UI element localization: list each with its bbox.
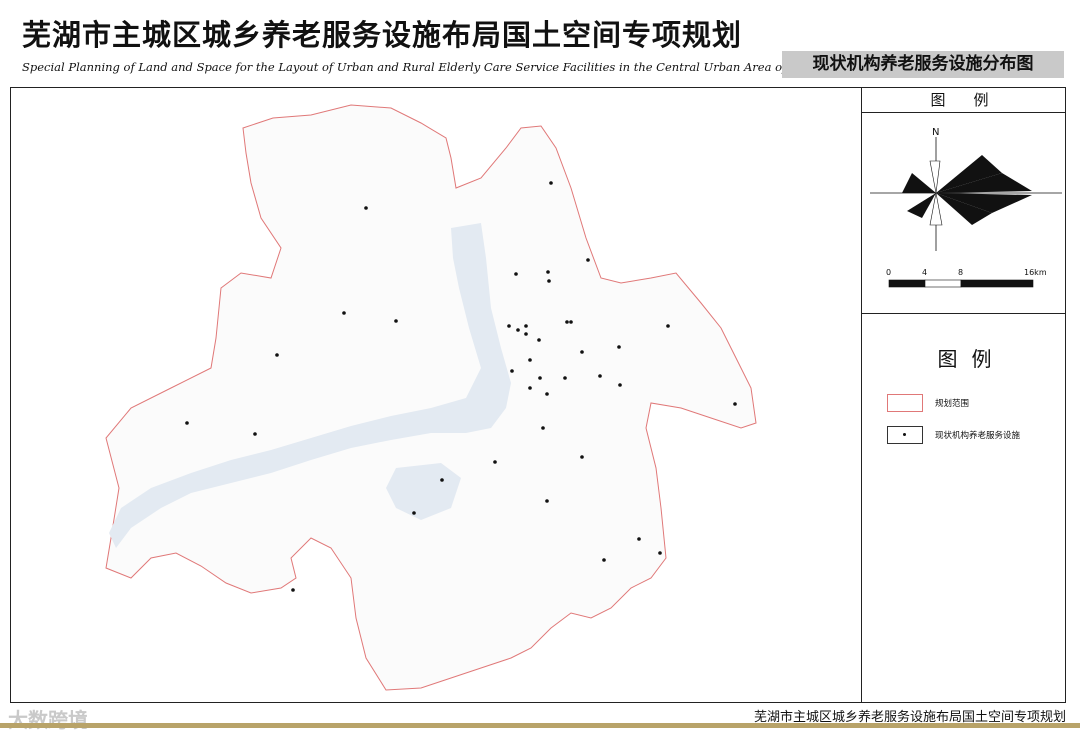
north-arrow-icon: N 0 4 8 16km: [870, 127, 1062, 288]
facility-point: [733, 402, 737, 406]
legend-header: 图例: [862, 88, 1065, 113]
facility-point: [545, 499, 549, 503]
facility-point: [586, 258, 590, 262]
facility-point: [541, 426, 545, 430]
facility-point: [275, 353, 279, 357]
facility-point: [545, 392, 549, 396]
legend-item-facility: 现状机构养老服务设施: [887, 426, 1020, 444]
map-name-label: 现状机构养老服务设施分布图: [782, 51, 1064, 78]
facility-point: [516, 328, 520, 332]
map-area: [11, 88, 862, 702]
boundary-symbol: [887, 394, 923, 412]
facility-point: [537, 338, 541, 342]
facility-point: [253, 432, 257, 436]
scale-tick-8: 8: [958, 268, 963, 277]
facility-point: [546, 270, 550, 274]
facility-point: [528, 358, 532, 362]
facility-point: [565, 320, 569, 324]
facility-point: [549, 181, 553, 185]
facility-point: [510, 369, 514, 373]
planning-boundary: [105, 104, 757, 691]
facility-point: [524, 332, 528, 336]
page-title: 芜湖市主城区城乡养老服务设施布局国土空间专项规划: [22, 18, 743, 52]
scale-tick-0: 0: [886, 268, 891, 277]
facility-point: [666, 324, 670, 328]
footer-bar: [0, 723, 1080, 728]
legend-item-label: 现状机构养老服务设施: [935, 431, 1021, 441]
scale-tick-16: 16km: [1024, 268, 1047, 277]
north-label: N: [932, 127, 939, 138]
facility-point: [569, 320, 573, 324]
facility-point: [185, 421, 189, 425]
facility-point: [394, 319, 398, 323]
legend-title: 图例: [937, 347, 1006, 371]
facility-point: [563, 376, 567, 380]
facility-point: [580, 455, 584, 459]
facility-point: [547, 279, 551, 283]
map-frame: 图例 N 0 4 8 16km 图例 规划范围 现状机构养老服务设施: [10, 87, 1066, 703]
facility-point: [524, 324, 528, 328]
compass-box: N 0 4 8 16km: [862, 113, 1065, 314]
page-subtitle-en: Special Planning of Land and Space for t…: [22, 60, 851, 74]
facility-point: [364, 206, 368, 210]
facility-point: [602, 558, 606, 562]
legend-item-boundary: 规划范围: [887, 394, 969, 412]
facility-point: [637, 537, 641, 541]
facility-point: [658, 551, 662, 555]
facility-point: [528, 386, 532, 390]
facility-point: [507, 324, 511, 328]
facility-point: [493, 460, 497, 464]
footer-logo: 大数跨境: [8, 708, 88, 732]
legend-panel: 图例 N 0 4 8 16km 图例 规划范围 现状机构养老服务设施: [862, 88, 1065, 702]
facility-point: [440, 478, 444, 482]
map-canvas: [105, 104, 757, 691]
facility-point: [598, 374, 602, 378]
facility-point: [538, 376, 542, 380]
facility-point: [412, 511, 416, 515]
legend-item-label: 规划范围: [935, 399, 970, 409]
facility-point: [291, 588, 295, 592]
facility-point: [580, 350, 584, 354]
facility-point: [618, 383, 622, 387]
facility-symbol: [887, 426, 923, 444]
facility-point: [342, 311, 346, 315]
facility-point: [514, 272, 518, 276]
facility-point: [617, 345, 621, 349]
scale-tick-4: 4: [922, 268, 927, 277]
